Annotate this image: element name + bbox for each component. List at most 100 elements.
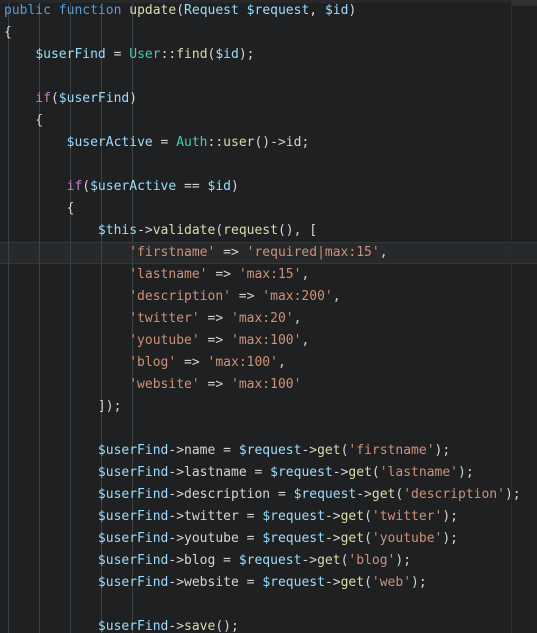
code-token: ->	[168, 575, 185, 590]
code-token: ,	[309, 3, 325, 18]
code-line[interactable]: 'lastname' => 'max:15',	[0, 264, 537, 286]
code-token: $request	[238, 553, 302, 568]
code-token: id	[285, 135, 302, 150]
code-token: ->	[270, 135, 286, 150]
code-line[interactable]: $userFind = User::find($id);	[0, 44, 537, 66]
code-token: ->	[168, 443, 185, 458]
code-token: 'lastname'	[379, 465, 459, 480]
code-line[interactable]: $userActive = Auth::user()->id;	[0, 132, 537, 154]
code-line[interactable]: if($userFind)	[0, 88, 537, 110]
code-line[interactable]: $userFind->blog = $request->get('blog');	[0, 550, 537, 572]
code-token: update	[129, 3, 177, 18]
code-line[interactable]: $userFind->name = $request->get('firstna…	[0, 440, 537, 462]
code-token: =	[215, 553, 239, 568]
code-token: (	[82, 179, 91, 194]
code-token: ()	[254, 135, 271, 150]
code-token: public	[4, 3, 51, 18]
code-token: ->	[168, 509, 185, 524]
code-line[interactable]: $userFind->website = $request->get('web'…	[0, 572, 537, 594]
code-line[interactable]: public function update(Request $request,…	[0, 0, 537, 22]
code-line[interactable]: $userFind->youtube = $request->get('yout…	[0, 528, 537, 550]
code-token: =	[105, 47, 130, 62]
code-token: ::	[160, 47, 177, 62]
code-token: description	[184, 487, 271, 502]
code-token: (	[364, 531, 372, 546]
code-token: 'youtube'	[371, 531, 443, 546]
code-content[interactable]: public function update(Request $request,…	[0, 0, 537, 633]
code-token: ();	[215, 619, 239, 633]
code-line[interactable]: $this->validate(request(), [	[0, 220, 537, 242]
code-token: ;	[301, 135, 310, 150]
code-token: 'twitter'	[371, 509, 443, 524]
code-line[interactable]: 'description' => 'max:200',	[0, 286, 537, 308]
code-line[interactable]	[0, 594, 537, 616]
code-token: )	[348, 3, 357, 18]
code-token: =>	[207, 267, 239, 282]
code-token: ,	[301, 333, 310, 348]
code-token: $userFind	[58, 91, 130, 106]
code-line[interactable]: {	[0, 22, 537, 44]
code-token: ->	[168, 619, 185, 633]
code-token: =	[246, 465, 271, 480]
code-token: {	[4, 25, 12, 40]
code-line[interactable]: $userFind->description = $request->get('…	[0, 484, 537, 506]
code-token: $userFind	[97, 465, 169, 480]
code-token: request	[223, 223, 278, 238]
code-token: (	[371, 465, 380, 480]
code-token: =	[238, 575, 263, 590]
code-line[interactable]	[0, 66, 537, 88]
code-token: ]);	[4, 399, 122, 414]
code-line[interactable]: 'youtube' => 'max:100',	[0, 330, 537, 352]
code-token: $userFind	[97, 619, 169, 633]
code-token: 'web'	[371, 575, 412, 590]
code-token: find	[176, 47, 208, 62]
code-token: 'max:15'	[238, 267, 302, 282]
code-token: ->	[301, 553, 318, 568]
code-line[interactable]: $userFind->lastname = $request->get('las…	[0, 462, 537, 484]
code-token: );	[238, 47, 255, 62]
code-line[interactable]: 'firstname' => 'required|max:15',	[0, 242, 537, 264]
code-line[interactable]: $userFind->save();	[0, 616, 537, 633]
code-line[interactable]	[0, 418, 537, 440]
code-token: (	[364, 575, 372, 590]
code-token: $request	[293, 487, 357, 502]
code-token: 'youtube'	[129, 333, 200, 348]
code-line[interactable]: {	[0, 198, 537, 220]
code-token: 'required|max:15'	[246, 245, 380, 260]
code-line[interactable]	[0, 154, 537, 176]
code-token: youtube	[184, 531, 239, 546]
code-token: 'twitter'	[129, 311, 200, 326]
code-token: get	[348, 465, 372, 480]
code-token: ->	[168, 531, 185, 546]
code-token: $request	[262, 531, 325, 546]
code-token: if	[35, 91, 51, 106]
code-editor[interactable]: public function update(Request $request,…	[0, 0, 537, 633]
code-token: =>	[199, 311, 231, 326]
code-line[interactable]: 'blog' => 'max:100',	[0, 352, 537, 374]
code-line[interactable]: ]);	[0, 396, 537, 418]
code-token: );	[442, 531, 459, 546]
code-token: $userFind	[97, 553, 169, 568]
code-line[interactable]: $userFind->twitter = $request->get('twit…	[0, 506, 537, 528]
code-token: twitter	[184, 509, 239, 524]
code-line[interactable]: 'twitter' => 'max:20',	[0, 308, 537, 330]
code-line[interactable]: if($userActive == $id)	[0, 176, 537, 198]
code-token: ->	[332, 465, 349, 480]
code-line[interactable]: 'website' => 'max:100'	[0, 374, 537, 396]
code-line[interactable]: {	[0, 110, 537, 132]
code-token: );	[458, 465, 474, 480]
code-token: 'blog'	[348, 553, 396, 568]
code-token: Request	[184, 3, 239, 18]
code-token: );	[395, 553, 412, 568]
code-token: =	[215, 443, 239, 458]
code-token: save	[184, 619, 216, 633]
code-token: 'blog'	[129, 355, 177, 370]
code-token: );	[411, 575, 427, 590]
code-token: 'description'	[129, 289, 231, 304]
